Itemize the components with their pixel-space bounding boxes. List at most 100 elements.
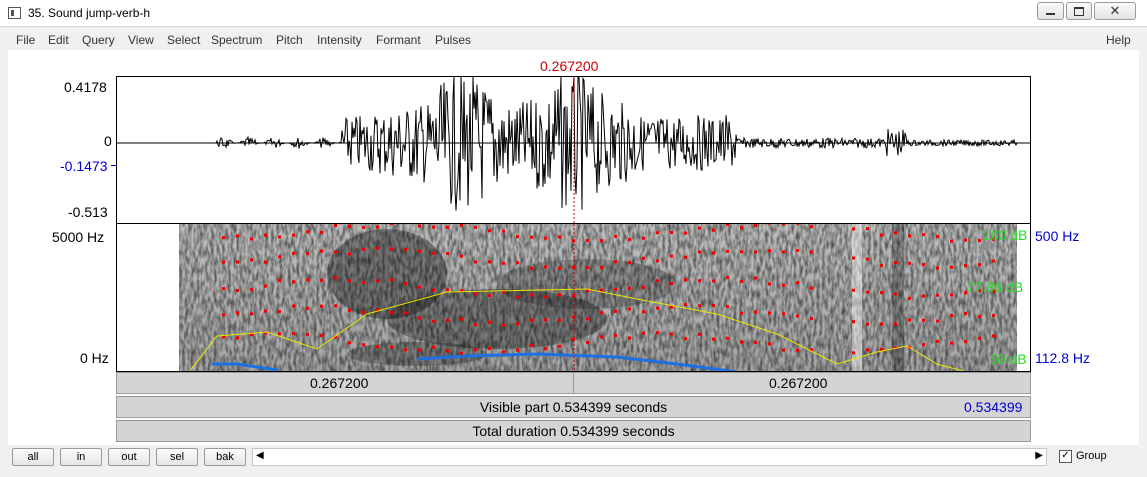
formant-point	[656, 279, 659, 283]
formant-point	[558, 344, 561, 348]
menu-select[interactable]: Select	[167, 33, 200, 47]
formant-point	[754, 224, 757, 228]
menu-edit[interactable]: Edit	[48, 33, 69, 47]
menu-pitch[interactable]: Pitch	[276, 33, 303, 47]
formant-point	[796, 281, 799, 285]
formant-point	[614, 260, 617, 264]
formant-point	[670, 231, 673, 234]
db-top-label: 100 dB	[983, 227, 1028, 243]
spectrogram-fmax: 5000 Hz	[52, 229, 105, 245]
formant-point	[530, 343, 533, 347]
formant-point	[978, 263, 981, 267]
formant-point	[362, 281, 365, 285]
formant-point	[880, 264, 883, 268]
formant-point	[586, 239, 589, 242]
formant-point	[936, 339, 939, 343]
menu-view[interactable]: View	[128, 33, 154, 47]
formant-point	[348, 279, 351, 283]
formant-point	[544, 318, 547, 322]
formant-point	[502, 261, 505, 265]
menu-help[interactable]: Help	[1106, 33, 1131, 47]
zoom-back-button[interactable]: bak	[204, 448, 246, 466]
formant-point	[236, 289, 239, 292]
formant-point	[460, 351, 463, 355]
menu-query[interactable]: Query	[82, 33, 115, 47]
formant-point	[642, 331, 645, 335]
formant-point	[894, 231, 897, 235]
formant-point	[488, 294, 491, 297]
all-button[interactable]: all	[12, 448, 54, 466]
waveform-view[interactable]	[116, 76, 1031, 224]
formant-point	[586, 340, 589, 344]
formant-point	[432, 288, 435, 292]
spectrogram-view[interactable]: 100 dB 77.86 dB 50 dB	[116, 224, 1031, 372]
total-duration-bar[interactable]: Total duration 0.534399 seconds	[116, 420, 1031, 442]
formant-point	[866, 348, 869, 352]
formant-point	[558, 293, 561, 297]
menu-spectrum[interactable]: Spectrum	[211, 33, 262, 47]
formant-point	[978, 315, 981, 319]
formant-point	[586, 317, 589, 321]
formant-point	[474, 260, 477, 264]
db-bottom-label: 50 dB	[990, 351, 1027, 367]
maximize-button[interactable]	[1066, 2, 1092, 20]
formant-point	[866, 290, 869, 294]
formant-point	[320, 249, 323, 253]
formant-point	[278, 255, 281, 259]
formant-point	[516, 348, 519, 352]
formant-point	[404, 348, 407, 352]
zoom-out-button[interactable]: out	[108, 448, 150, 466]
formant-point	[754, 250, 757, 254]
formant-point	[502, 229, 505, 233]
formant-point	[796, 224, 799, 225]
formant-point	[880, 347, 883, 351]
formant-point	[250, 258, 253, 262]
formant-point	[684, 337, 687, 341]
formant-point	[992, 313, 995, 317]
zoom-in-button[interactable]: in	[60, 448, 102, 466]
formant-point	[908, 296, 911, 300]
formant-point	[418, 224, 421, 228]
menu-pulses[interactable]: Pulses	[435, 33, 471, 47]
minimize-icon	[1046, 13, 1055, 15]
formant-point	[306, 252, 309, 256]
minimize-button[interactable]	[1037, 2, 1064, 20]
menu-file[interactable]: File	[16, 33, 35, 47]
horizontal-scrollbar[interactable]: ◀ ▶	[252, 448, 1047, 466]
formant-point	[740, 226, 743, 230]
group-checkbox[interactable]: ✓	[1059, 450, 1072, 463]
maximize-icon	[1074, 7, 1084, 16]
formant-point	[292, 304, 295, 308]
formant-point	[446, 252, 449, 255]
formant-point	[852, 256, 855, 260]
formant-point	[488, 347, 491, 350]
formant-point	[334, 276, 337, 280]
formant-point	[418, 249, 421, 253]
formant-point	[950, 293, 953, 297]
formant-point	[516, 322, 519, 326]
selection-right-time[interactable]: 0.267200	[769, 375, 827, 391]
formant-point	[698, 332, 701, 336]
menu-formant[interactable]: Formant	[376, 33, 421, 47]
formant-point	[320, 333, 323, 337]
formant-point	[432, 345, 435, 349]
formant-point	[446, 225, 449, 229]
waveform-ymax: 0.4178	[64, 79, 107, 95]
formant-point	[544, 236, 547, 240]
formant-point	[880, 322, 883, 326]
formant-point	[684, 231, 687, 235]
formant-point	[306, 230, 309, 234]
formant-point	[978, 239, 981, 243]
visible-part-bar[interactable]: Visible part 0.534399 seconds	[116, 396, 1031, 418]
zoom-selection-button[interactable]: sel	[156, 448, 198, 466]
waveform-zero: 0	[104, 133, 112, 149]
scroll-right-icon[interactable]: ▶	[1035, 450, 1043, 461]
selection-bar[interactable]: 0.267200 0.267200	[116, 372, 1031, 394]
close-button[interactable]: ✕	[1094, 2, 1136, 20]
scroll-left-icon[interactable]: ◀	[256, 450, 264, 461]
menu-intensity[interactable]: Intensity	[317, 33, 362, 47]
visible-end: 0.534399	[964, 399, 1023, 415]
formant-point	[586, 266, 589, 270]
selection-left-time[interactable]: 0.267200	[310, 375, 368, 391]
formant-point	[376, 345, 379, 349]
